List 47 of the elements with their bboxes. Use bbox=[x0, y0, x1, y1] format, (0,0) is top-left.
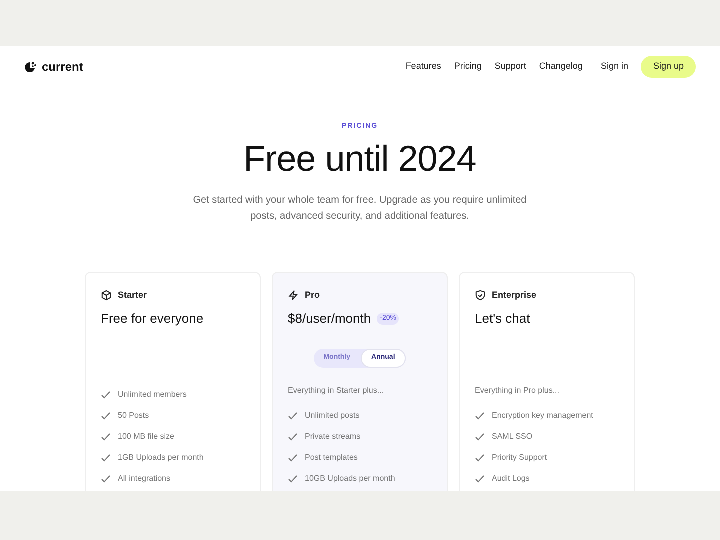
feature-text: Audit Logs bbox=[492, 473, 530, 485]
sign-up-button[interactable]: Sign up bbox=[641, 56, 696, 78]
feature-text: 1GB Uploads per month bbox=[118, 452, 204, 464]
feature-text: Post templates bbox=[305, 452, 358, 464]
check-icon bbox=[475, 475, 485, 483]
nav-link[interactable]: Support bbox=[494, 60, 526, 74]
check-icon bbox=[101, 433, 111, 441]
check-icon bbox=[101, 391, 111, 399]
nav-link[interactable]: Changelog bbox=[539, 60, 583, 74]
check-icon bbox=[475, 454, 485, 462]
check-icon bbox=[101, 475, 111, 483]
plan-price: $8/user/month bbox=[288, 310, 372, 328]
check-icon bbox=[101, 454, 111, 462]
feature-text: SAML SSO bbox=[492, 431, 533, 443]
plan-name: Enterprise bbox=[492, 288, 537, 302]
plan-name: Pro bbox=[305, 288, 320, 302]
plan-price: Let's chat bbox=[475, 310, 530, 328]
check-icon bbox=[101, 412, 111, 420]
check-icon bbox=[475, 412, 485, 420]
feature-text: Encryption key management bbox=[492, 410, 594, 422]
page-subtitle: Get started with your whole team for free. Upgrade as you require unlimited posts, advanced security, and additional features. bbox=[192, 194, 528, 224]
feature-text: Unlimited posts bbox=[305, 410, 360, 422]
feature-text: Unlimited members bbox=[118, 389, 187, 401]
feature-text: All integrations bbox=[118, 473, 170, 485]
logo-icon bbox=[24, 60, 37, 74]
brand-name: current bbox=[42, 59, 84, 76]
feature-text: 50 Posts bbox=[118, 410, 150, 422]
feature-text: Private streams bbox=[305, 431, 361, 443]
plan-price: Free for everyone bbox=[101, 310, 204, 328]
page-title: Free until 2024 bbox=[244, 138, 476, 178]
shield-check-icon bbox=[475, 290, 486, 301]
feature-text: Priority Support bbox=[492, 452, 548, 464]
nav-link[interactable]: Features bbox=[406, 60, 442, 74]
nav-link[interactable]: Pricing bbox=[454, 60, 482, 74]
plan-name: Starter bbox=[118, 288, 148, 302]
check-icon bbox=[288, 475, 298, 483]
cube-icon bbox=[101, 290, 112, 301]
check-icon bbox=[288, 433, 298, 441]
lightning-icon bbox=[288, 290, 299, 301]
plan-intro: Everything in Pro plus... bbox=[475, 384, 560, 397]
sign-in-link[interactable]: Sign in bbox=[600, 60, 628, 74]
feature-text: 100 MB file size bbox=[118, 431, 174, 443]
check-icon bbox=[475, 433, 485, 441]
plan-intro: Everything in Starter plus... bbox=[288, 384, 386, 397]
feature-text: 10GB Uploads per month bbox=[305, 473, 396, 485]
check-icon bbox=[288, 412, 298, 420]
check-icon bbox=[288, 454, 298, 462]
